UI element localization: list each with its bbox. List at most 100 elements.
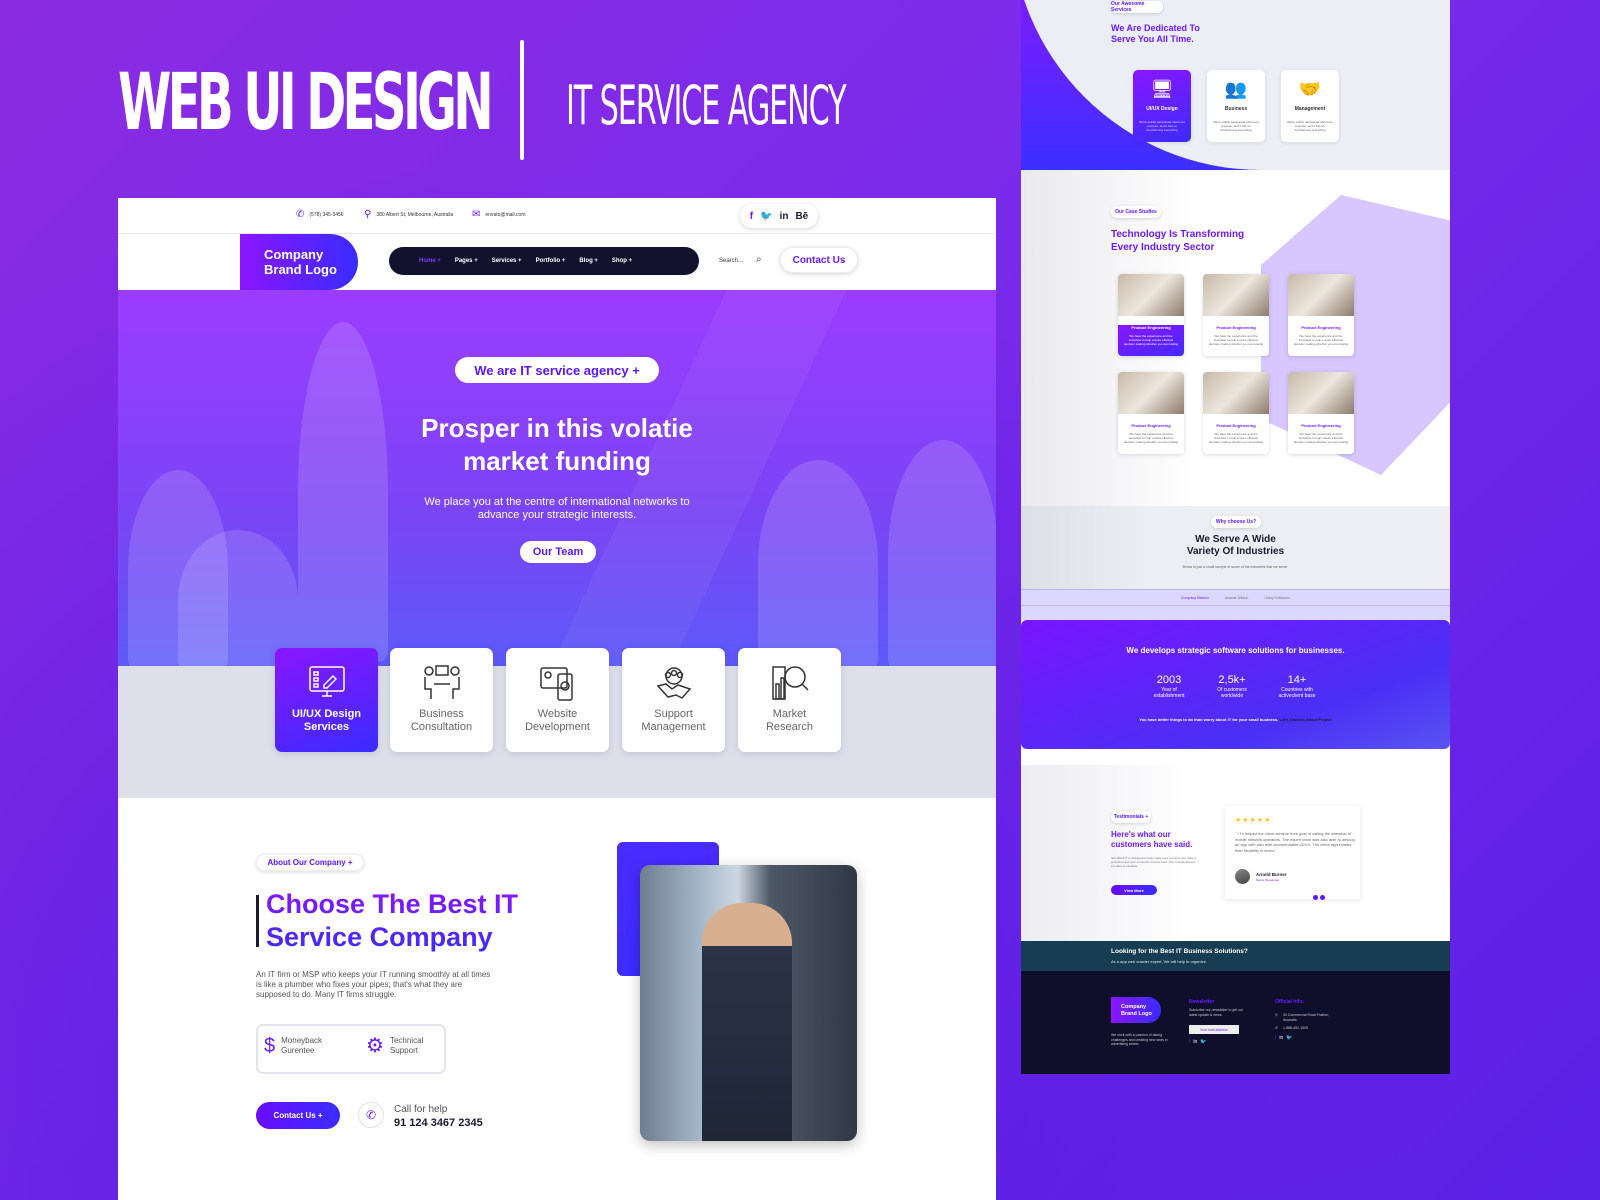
mini-service-card[interactable]: 🖥 UI/UX Design We're solidly passionate … [1133,70,1191,142]
case-title: Product Engineering [1301,325,1341,330]
mini-service-card[interactable]: 🤝 Management We're solidly passionate ab… [1281,70,1339,142]
logo-line2: Brand Logo [264,262,337,277]
web-dev-icon [539,667,573,701]
banner-divider [520,40,524,160]
case-title: Product Engineering [1216,423,1256,428]
mini-service-card[interactable]: 👥 Business We're solidly passionate abou… [1207,70,1265,142]
feature-label-line: Technical [389,1036,424,1045]
discuss-project-link[interactable]: Let's Discuss about Project [1279,717,1331,722]
service-card-website[interactable]: Website Development [506,648,609,752]
service-label: Management [641,721,706,733]
nav-home[interactable]: Home + [419,258,441,264]
about-title: Choose The Best IT Service Company [266,888,518,954]
nav-shop[interactable]: Shop + [612,258,632,264]
linkedin-icon[interactable]: in [780,211,789,222]
twitter-icon[interactable]: 🐦 [1286,1035,1292,1041]
footer: Company Brand Logo We work with a passion… [1021,971,1450,1074]
linkedin-icon[interactable]: in [1193,1039,1197,1045]
nav-blog[interactable]: Blog + [579,258,598,264]
footer-social: f in 🐦 [1189,1039,1207,1045]
mini-card-title: Business [1224,106,1248,112]
stat-number: 14+ [1287,674,1307,686]
case-photo [1118,274,1184,316]
call-number[interactable]: 91 124 3467 2345 [394,1117,483,1129]
reviewer-name: Arnold Burner [1256,872,1287,877]
feature-label: Moneyback Gurentee [281,1036,322,1056]
tab-using-softwares[interactable]: Using Softwares [1265,596,1290,600]
linkedin-icon[interactable]: in [1279,1035,1283,1041]
title-line: Serve You All Time. [1111,34,1194,44]
search-icon[interactable]: ⌕ [756,254,762,265]
info-title: Official info: [1275,999,1305,1005]
hero-title-line: market funding [463,446,651,476]
stat-label: activeclient base [1278,693,1316,699]
title-line: We Serve A Wide [1195,534,1276,545]
email-text[interactable]: envato@mail.com [485,212,525,218]
twitter-icon[interactable]: 🐦 [760,211,772,222]
facebook-icon[interactable]: f [1189,1039,1190,1045]
view-more-button[interactable]: View More [1111,885,1157,895]
feature-label-line: Support [389,1046,418,1055]
case-card[interactable]: Product Engineering We have the experienc… [1203,274,1269,356]
location-pin-icon: ⚲ [1275,1013,1278,1017]
twitter-icon[interactable]: 🐦 [1200,1039,1206,1045]
case-title: Product Engineering [1131,423,1171,428]
phone-call-icon[interactable]: ✆ [358,1102,384,1128]
stat-label: establishment [1153,693,1185,699]
top-bar: ✆ (578) 345-3456 ⚲ 380 Albert St, Melbou… [118,198,996,234]
behance-icon[interactable]: Bē [795,211,808,222]
stats-title: We develops strategic software solutions… [1126,646,1345,655]
tab-awards-winner[interactable]: Awards Winner [1225,596,1249,600]
tab-company-mission[interactable]: Company Mission [1181,596,1209,600]
call-label: Call for help [394,1104,448,1115]
about-badge[interactable]: About Our Company + [256,854,364,871]
brand-logo[interactable]: Company Brand Logo [240,234,358,290]
footer-logo[interactable]: Company Brand Logo [1111,997,1161,1023]
stats-footer: You have better things to do than worry … [1021,717,1450,722]
nav-portfolio[interactable]: Portfolio + [536,258,566,264]
case-desc: We have the experience and the knowhow t… [1123,334,1179,346]
newsletter-email-input[interactable]: Your mail address [1189,1025,1239,1034]
facebook-icon[interactable]: f [1275,1035,1276,1041]
service-card-business[interactable]: Business Consultation [390,648,493,752]
service-card-support[interactable]: Support Management [622,648,725,752]
cases-badge[interactable]: Our Case Studies [1111,206,1161,218]
service-card-market[interactable]: Market Research [738,648,841,752]
case-body: Product Engineering We have the experienc… [1118,325,1184,356]
cta-title: Looking for the Best IT Business Solutio… [1111,948,1248,955]
carousel-prev[interactable] [1313,895,1318,900]
nav-services[interactable]: Services + [492,258,522,264]
service-card-uiux[interactable]: UI/UX Design Services [275,648,378,752]
case-card[interactable]: Product Engineering We have the experienc… [1203,372,1269,454]
address-info: ⚲ 380 Albert St, Melbourne, Australia [364,210,453,220]
hero-title-line: Prosper in this volatie [421,413,693,443]
our-team-button[interactable]: Our Team [520,541,596,563]
nav-pages[interactable]: Pages + [455,258,478,264]
about-contact-button[interactable]: Contact Us + [256,1102,340,1129]
main-mockup: ✆ (578) 345-3456 ⚲ 380 Albert St, Melbou… [118,198,996,1200]
testimonials-badge[interactable]: Testimonials + [1111,811,1151,823]
hero-badge[interactable]: We are IT service agency + [455,357,659,383]
tab-panel [1021,606,1450,620]
case-card[interactable]: Product Engineering We have the experienc… [1288,274,1354,356]
logo-line2: Brand Logo [1121,1010,1152,1017]
case-card[interactable]: Product Engineering We have the experienc… [1118,274,1184,356]
stats-section: We develops strategic software solutions… [1021,620,1450,749]
hero-subtitle-line: We place you at the centre of internatio… [424,496,690,508]
search-input[interactable]: Search... [719,258,743,264]
why-badge[interactable]: Why choose Us? [1211,516,1261,528]
cases-title: Technology Is Transforming Every Industr… [1111,228,1244,254]
case-body: Product Engineering We have the experienc… [1203,423,1269,444]
case-card[interactable]: Product Engineering We have the experienc… [1118,372,1184,454]
about-text: An IT firm or MSP who keeps your IT runn… [256,970,491,999]
case-photo [1288,274,1354,316]
case-card[interactable]: Product Engineering We have the experienc… [1288,372,1354,454]
phone-text: (578) 345-3456 [309,212,344,218]
facebook-icon[interactable]: f [750,211,753,222]
carousel-next[interactable] [1320,895,1325,900]
reviewer-role: Senior Developer [1256,878,1280,882]
services-badge[interactable]: Our Awesome Services [1111,1,1163,13]
email-info: ✉ envato@mail.com [472,210,525,220]
case-photo [1118,372,1184,414]
contact-us-button[interactable]: Contact Us [780,247,858,273]
